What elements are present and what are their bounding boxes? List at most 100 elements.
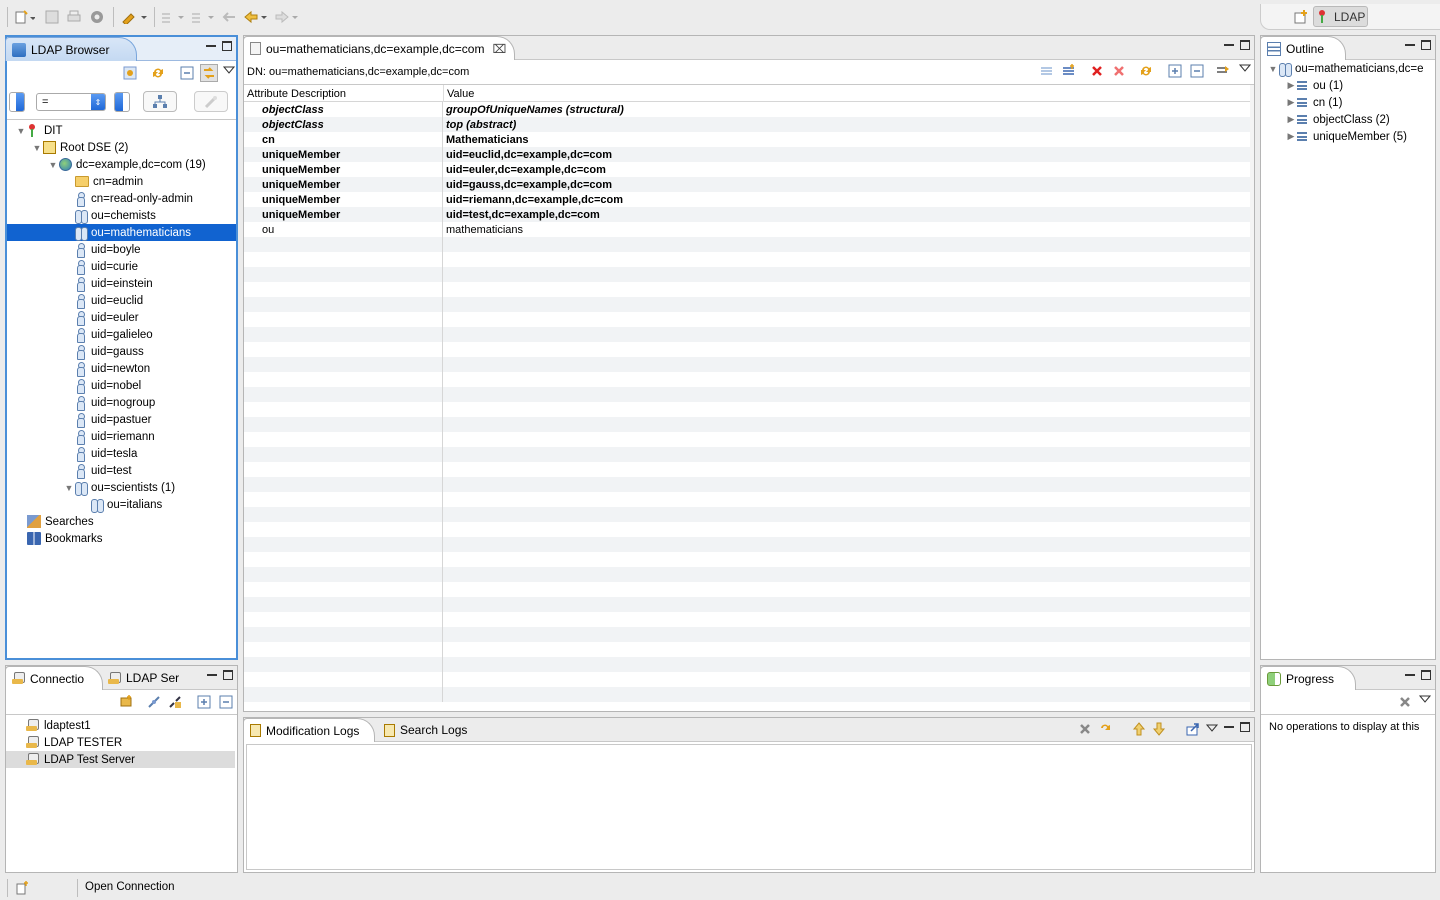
show-decorated-values-icon[interactable]	[1216, 64, 1230, 78]
tree-item[interactable]: uid=curie	[7, 258, 236, 275]
outline-item[interactable]: ▶ objectClass (2)	[1261, 111, 1390, 128]
minimize-icon[interactable]	[1405, 666, 1415, 676]
save-icon[interactable]	[44, 9, 60, 25]
scrollbar[interactable]	[1250, 85, 1254, 710]
tab-entry-editor[interactable]: ou=mathematicians,dc=example,dc=com ⌧	[243, 36, 515, 60]
collapse-all-icon[interactable]	[219, 695, 233, 709]
clear-search-button[interactable]	[194, 91, 228, 112]
collapsed-triangle-icon[interactable]: ▶	[1285, 131, 1297, 142]
tree-item[interactable]: uid=boyle	[7, 241, 236, 258]
close-connection-icon[interactable]	[168, 695, 182, 709]
view-menu-icon[interactable]	[1418, 693, 1433, 707]
table-row[interactable]: uniqueMember uid=euler,dc=example,dc=com	[244, 162, 1250, 177]
maximize-icon[interactable]	[1240, 40, 1250, 50]
view-menu-icon[interactable]	[1238, 62, 1253, 76]
maximize-icon[interactable]	[1421, 670, 1431, 680]
tree-item[interactable]: uid=pastuer	[7, 411, 236, 428]
value-field[interactable]	[114, 92, 130, 112]
tab-ldap-servers[interactable]: LDAP Ser	[102, 666, 188, 690]
tree-item[interactable]: uid=nobel	[7, 377, 236, 394]
tree-item[interactable]: cn=read-only-admin	[7, 190, 236, 207]
maximize-icon[interactable]	[222, 41, 232, 51]
refresh-icon[interactable]	[1098, 722, 1112, 736]
tree-item[interactable]: uid=riemann	[7, 428, 236, 445]
tab-modification-logs[interactable]: Modification Logs	[243, 718, 375, 742]
tree-item[interactable]: ▼ Root DSE (2)	[7, 139, 236, 156]
table-row[interactable]: uniqueMember uid=riemann,dc=example,dc=co…	[244, 192, 1250, 207]
table-row[interactable]: objectClass groupOfUniqueNames (structura…	[244, 102, 1250, 117]
link-with-editor-button[interactable]	[200, 64, 218, 82]
connection-item[interactable]: ldaptest1	[6, 717, 235, 734]
collapse-all-icon[interactable]	[180, 66, 194, 80]
tree-item[interactable]: uid=galieleo	[7, 326, 236, 343]
tree-item[interactable]: uid=test	[7, 462, 236, 479]
tree-item[interactable]: ▼ dc=example,dc=com (19)	[7, 156, 236, 173]
filter-operator-select[interactable]: = ⇕	[36, 93, 106, 111]
delete-all-icon[interactable]	[1112, 64, 1126, 78]
table-row[interactable]: ou mathematicians	[244, 222, 1250, 237]
minimize-icon[interactable]	[1405, 36, 1415, 46]
new-value-icon[interactable]	[1040, 64, 1054, 78]
tree-item[interactable]: cn=admin	[7, 173, 236, 190]
collapsed-triangle-icon[interactable]: ▶	[1285, 114, 1297, 125]
open-connection-icon[interactable]	[147, 695, 161, 709]
minimize-icon[interactable]	[207, 666, 217, 676]
tree-item[interactable]: ▼ DIT	[7, 122, 236, 139]
open-perspective-icon[interactable]	[1293, 9, 1309, 25]
minimize-icon[interactable]	[1224, 718, 1234, 728]
tree-item[interactable]: uid=euler	[7, 309, 236, 326]
tree-item[interactable]: uid=gauss	[7, 343, 236, 360]
arrow-down-icon[interactable]	[1152, 722, 1166, 736]
prev-annotation-icon[interactable]	[190, 9, 216, 25]
tree-item[interactable]: ▼ ou=scientists (1)	[7, 479, 236, 496]
delete-icon[interactable]	[1090, 64, 1104, 78]
expanded-triangle-icon[interactable]: ▼	[63, 483, 75, 493]
last-edit-icon[interactable]	[220, 9, 238, 25]
print-icon[interactable]	[66, 9, 82, 25]
new-connection-icon[interactable]	[16, 881, 32, 895]
expanded-triangle-icon[interactable]: ▼	[1267, 64, 1279, 74]
collapsed-triangle-icon[interactable]: ▶	[1285, 80, 1297, 91]
column-header-attribute[interactable]: Attribute Description	[244, 85, 444, 102]
new-connection-icon[interactable]	[119, 695, 133, 709]
search-tree-button[interactable]	[143, 91, 177, 112]
outline-root[interactable]: ▼ ou=mathematicians,dc=e	[1261, 60, 1424, 77]
tree-item[interactable]: uid=nogroup	[7, 394, 236, 411]
tab-search-logs[interactable]: Search Logs	[378, 718, 474, 742]
expanded-triangle-icon[interactable]: ▼	[47, 160, 59, 170]
table-row[interactable]: uniqueMember uid=gauss,dc=example,dc=com	[244, 177, 1250, 192]
outline-item[interactable]: ▶ cn (1)	[1261, 94, 1343, 111]
view-menu-icon[interactable]	[222, 64, 237, 78]
table-row[interactable]: objectClass top (abstract)	[244, 117, 1250, 132]
tree-item[interactable]: ou=mathematicians	[7, 224, 236, 241]
expand-all-icon[interactable]	[197, 695, 211, 709]
attribute-dropdown[interactable]	[9, 92, 25, 112]
table-row[interactable]: uniqueMember uid=test,dc=example,dc=com	[244, 207, 1250, 222]
gear-icon[interactable]	[88, 9, 106, 25]
outline-item[interactable]: ▶ uniqueMember (5)	[1261, 128, 1407, 145]
next-annotation-icon[interactable]	[160, 9, 186, 25]
table-row[interactable]: uniqueMember uid=euclid,dc=example,dc=com	[244, 147, 1250, 162]
tab-progress[interactable]: Progress	[1260, 666, 1356, 690]
expanded-triangle-icon[interactable]: ▼	[15, 126, 27, 136]
back-arrow-icon[interactable]	[242, 9, 270, 25]
maximize-icon[interactable]	[223, 670, 233, 680]
maximize-icon[interactable]	[1421, 40, 1431, 50]
tab-outline[interactable]: Outline	[1260, 36, 1346, 60]
close-icon[interactable]: ⌧	[492, 42, 506, 56]
new-wizard-icon[interactable]	[14, 9, 36, 25]
tab-connections[interactable]: Connectio	[5, 666, 103, 690]
new-attribute-icon[interactable]	[1062, 64, 1076, 78]
ldap-perspective-button[interactable]: LDAP	[1313, 6, 1368, 27]
link-editor-icon[interactable]	[123, 66, 137, 80]
minimize-icon[interactable]	[1224, 36, 1234, 46]
expanded-triangle-icon[interactable]: ▼	[31, 143, 43, 153]
table-row[interactable]: cn Mathematicians	[244, 132, 1250, 147]
tab-ldap-browser[interactable]: LDAP Browser	[5, 37, 137, 61]
outline-item[interactable]: ▶ ou (1)	[1261, 77, 1344, 94]
tree-item[interactable]: uid=tesla	[7, 445, 236, 462]
clear-logs-icon[interactable]	[1078, 722, 1092, 736]
collapse-all-icon[interactable]	[1190, 64, 1204, 78]
column-header-value[interactable]: Value	[444, 85, 1250, 102]
tree-item[interactable]: Searches	[7, 513, 236, 530]
